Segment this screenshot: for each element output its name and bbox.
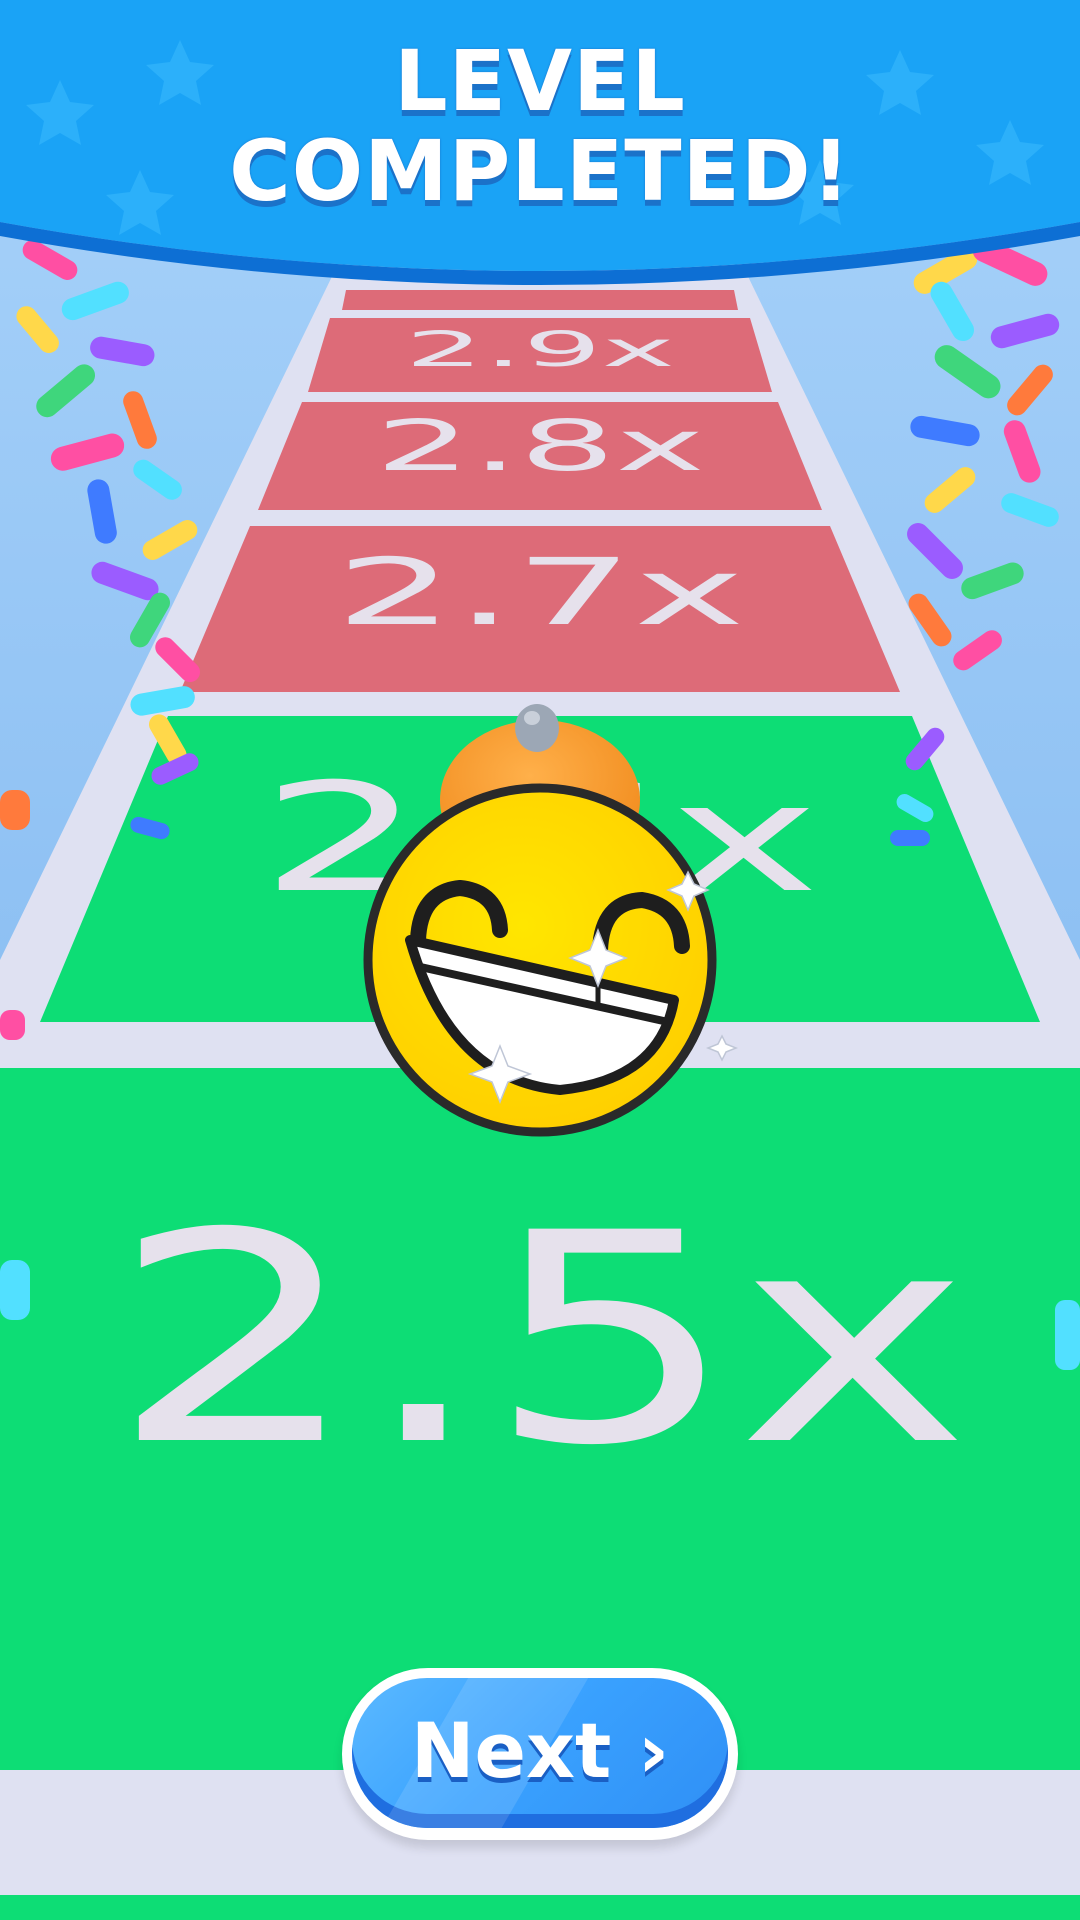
next-button-face[interactable]: Next › — [352, 1678, 728, 1828]
next-button-label[interactable]: Next › — [352, 1706, 728, 1795]
tile-label-2-8x: 2.8x — [375, 405, 705, 487]
title-line-completed: COMPLETED! — [229, 122, 851, 220]
tile-label-2-5x: 2.5x — [110, 1172, 970, 1509]
level-completed-banner: LEVEL COMPLETED! — [0, 0, 1080, 300]
tile-next-edge — [0, 1895, 1080, 1920]
tile-label-2-9x: 2.9x — [405, 322, 675, 378]
tile-label-2-7x: 2.7x — [335, 539, 745, 646]
grinning-face-icon — [363, 783, 717, 1137]
title-line-level: LEVEL — [394, 32, 686, 130]
next-button[interactable]: Next › — [342, 1668, 738, 1840]
